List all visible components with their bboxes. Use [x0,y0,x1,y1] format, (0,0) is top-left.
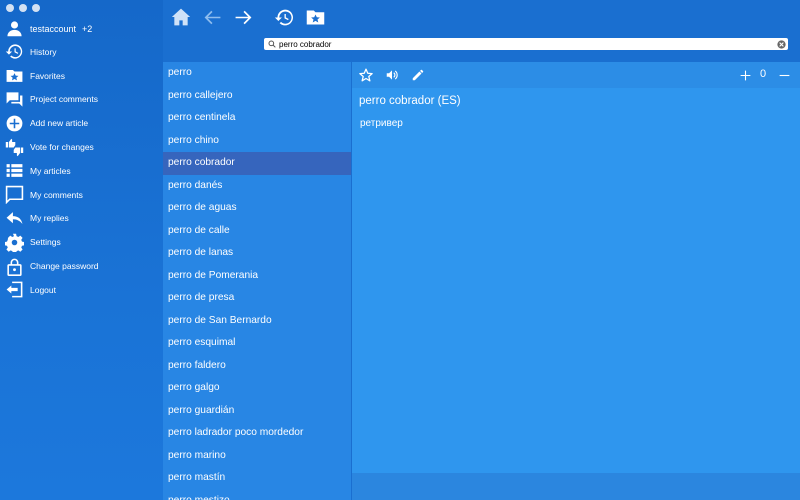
list-item[interactable]: perro galgo [163,377,351,400]
sidebar-item-label: Logout [30,284,56,295]
gear-icon [5,233,24,252]
list-item[interactable]: perro marino [163,445,351,468]
window-controls [6,4,40,12]
list-item[interactable]: perro esquimal [163,332,351,355]
entry-toolbar: 0 [352,62,800,88]
sidebar-item-project-comments[interactable]: Project comments [0,88,163,112]
list-item[interactable]: perro danés [163,175,351,198]
entry-translation: ретривер [360,118,403,129]
sidebar-item-add-new-article[interactable]: Add new article [0,111,163,135]
list-item[interactable]: perro de Pomerania [163,265,351,288]
sidebar-item-label: My replies [30,213,69,224]
minus-icon[interactable] [776,67,792,83]
sidebar: testaccount +2 History Favorites Project… [0,0,163,500]
list-item[interactable]: perro faldero [163,355,351,378]
top-toolbar [163,0,800,62]
favorites-folder-icon[interactable] [304,6,326,28]
plus-icon[interactable] [737,67,753,83]
speaker-icon[interactable] [384,67,400,83]
sidebar-item-label: My comments [30,189,83,200]
entry-panel: 0 perro cobrador (ES) ретривер [351,62,800,500]
user-icon [5,19,24,38]
reply-icon [5,209,24,228]
search-icon [268,40,276,48]
minimize-window-button[interactable] [19,4,27,12]
list-item[interactable]: perro ladrador poco mordedor [163,422,351,445]
list-item[interactable]: perro chino [163,130,351,153]
vote-icon [5,138,24,157]
logout-icon [5,280,24,299]
list-item[interactable]: perro centinela [163,107,351,130]
list-item[interactable]: perro de calle [163,220,351,243]
word-list: perro perro callejero perro centinela perro… [163,62,351,500]
close-window-button[interactable] [6,4,14,12]
list-item[interactable]: perro mastín [163,467,351,490]
comments-icon [5,90,24,109]
sidebar-item-label: Change password [30,261,99,272]
history-icon [5,42,24,61]
add-icon [5,114,24,133]
search-bar [264,38,788,50]
list-item[interactable]: perro [163,62,351,85]
sidebar-item-label: History [30,46,57,57]
zoom-window-button[interactable] [32,4,40,12]
username: testaccount [30,23,77,34]
sidebar-menu: History Favorites Project comments Add n… [0,40,163,302]
sidebar-item-label: My articles [30,165,71,176]
sidebar-item-label: Settings [30,237,61,248]
sidebar-item-logout[interactable]: Logout [0,278,163,302]
sidebar-item-favorites[interactable]: Favorites [0,64,163,88]
search-input[interactable] [276,38,769,50]
sidebar-item-my-comments[interactable]: My comments [0,183,163,207]
list-item[interactable]: perro guardián [163,400,351,423]
clear-search-icon[interactable] [777,39,786,49]
history-icon[interactable] [273,6,295,28]
list-item[interactable]: perro de aguas [163,197,351,220]
sidebar-item-label: Add new article [30,118,89,129]
lock-icon [5,257,24,276]
sidebar-item-change-password[interactable]: Change password [0,254,163,278]
comment-icon [5,185,24,205]
back-arrow-icon[interactable] [201,6,223,28]
entry-title: perro cobrador (ES) [359,95,461,107]
list-item[interactable]: perro de lanas [163,242,351,265]
sidebar-item-label: Favorites [30,70,65,81]
list-item[interactable]: perro de presa [163,287,351,310]
favorites-icon [5,66,24,85]
list-item[interactable]: perro mestizo [163,490,351,500]
sidebar-item-my-articles[interactable]: My articles [0,159,163,183]
forward-arrow-icon[interactable] [232,6,254,28]
sidebar-item-label: Vote for changes [30,142,94,153]
star-icon[interactable] [358,67,374,83]
articles-icon [5,161,24,180]
entry-footer [352,473,800,500]
pencil-icon[interactable] [410,67,426,83]
list-item[interactable]: perro callejero [163,85,351,108]
vote-counter: 0 [760,68,767,80]
list-item[interactable]: perro de San Bernardo [163,310,351,333]
sidebar-item-settings[interactable]: Settings [0,230,163,254]
home-icon[interactable] [170,6,192,28]
user-account[interactable]: testaccount +2 [5,19,92,38]
user-badge: +2 [82,23,93,34]
sidebar-item-my-replies[interactable]: My replies [0,207,163,231]
sidebar-item-vote-for-changes[interactable]: Vote for changes [0,135,163,159]
list-item[interactable]: perro cobrador [163,152,351,175]
sidebar-item-label: Project comments [30,94,99,105]
sidebar-item-history[interactable]: History [0,40,163,64]
